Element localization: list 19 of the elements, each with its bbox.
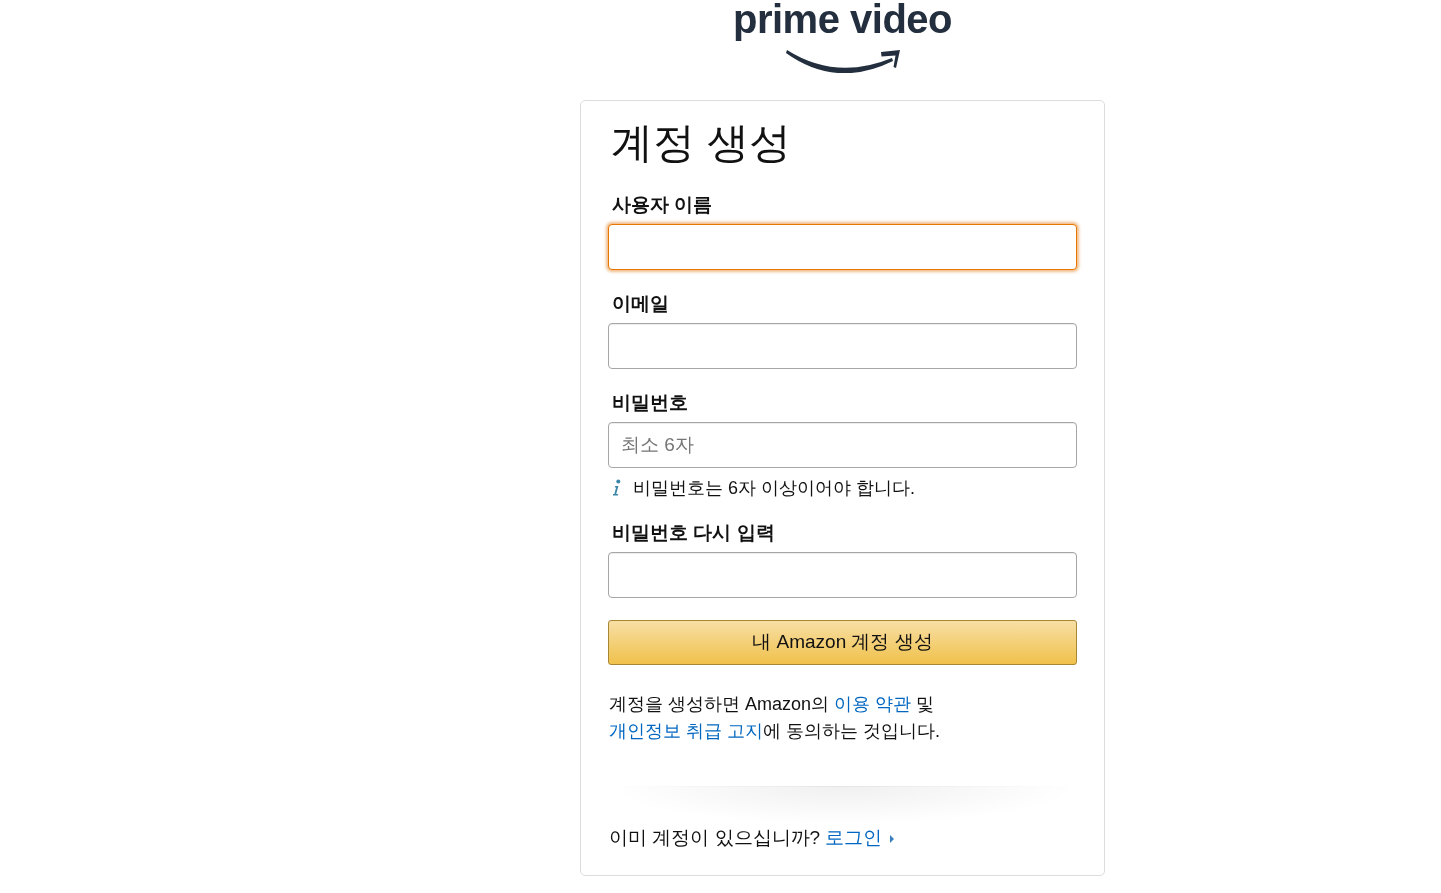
text-field[interactable] <box>608 224 1077 270</box>
text-link[interactable]: 개인정보 취급 고지 <box>609 721 763 741</box>
sign-in-prompt: 이미 계정이 있으십니까? 로그인 <box>608 824 1077 851</box>
hint-text: 비밀번호는 6자 이상이어야 합니다. <box>633 477 915 499</box>
field-label: 비밀번호 다시 입력 <box>611 521 776 545</box>
page-title: 계정 생성 <box>610 118 792 168</box>
field-label: 이메일 <box>611 292 670 316</box>
text-field[interactable]: 최소 6자 <box>608 422 1077 468</box>
legal-notice: 계정을 생성하면 Amazon의 이용 약관 및 개인정보 취급 고지에 동의하는 것입니다. <box>608 693 942 743</box>
caret-icon <box>890 835 895 843</box>
create-account-button[interactable]: 내 Amazon 계정 생성 <box>608 620 1077 665</box>
text-field[interactable] <box>608 552 1077 598</box>
field-label: 비밀번호 <box>611 391 689 415</box>
text-link[interactable]: 이용 약관 <box>834 694 912 714</box>
info-icon <box>612 479 621 497</box>
text-field[interactable] <box>608 323 1077 369</box>
sign-in-link[interactable]: 로그인 <box>825 827 895 848</box>
field-label: 사용자 이름 <box>611 193 714 217</box>
logo-wordmark: prime video <box>733 0 952 40</box>
